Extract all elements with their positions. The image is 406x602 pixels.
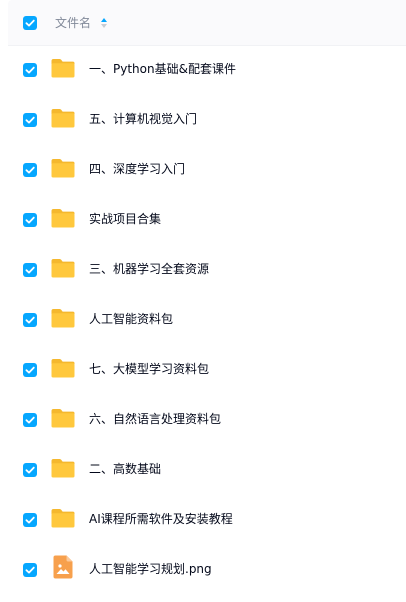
file-row[interactable]: 六、自然语言处理资料包 [8,395,406,445]
file-name[interactable]: 四、深度学习入门 [89,161,185,177]
folder-icon [50,307,76,329]
file-row[interactable]: 实战项目合集 [8,195,406,245]
checkmark-icon [25,19,35,27]
checkmark-icon [25,516,35,524]
file-row[interactable]: 四、深度学习入门 [8,145,406,195]
checkmark-icon [25,216,35,224]
checkmark-icon [25,466,35,474]
row-checkbox[interactable] [23,413,37,427]
folder-icon [50,457,76,479]
list-header: 文件名 [8,0,406,46]
image-file-icon [53,555,73,579]
folder-icon [50,107,76,129]
file-row[interactable]: 人工智能资料包 [8,295,406,345]
row-checkbox[interactable] [23,163,37,177]
checkmark-icon [25,316,35,324]
file-row[interactable]: 人工智能学习规划.png [8,545,406,595]
row-checkbox[interactable] [23,363,37,377]
checkmark-icon [25,116,35,124]
row-checkbox[interactable] [23,513,37,527]
file-name[interactable]: 一、Python基础&配套课件 [89,61,236,77]
file-name[interactable]: 五、计算机视觉入门 [89,111,197,127]
file-row[interactable]: 三、机器学习全套资源 [8,245,406,295]
folder-icon [50,57,76,79]
file-row[interactable]: 二、高数基础 [8,445,406,495]
row-checkbox[interactable] [23,563,37,577]
row-checkbox[interactable] [23,63,37,77]
row-checkbox[interactable] [23,313,37,327]
checkmark-icon [25,266,35,274]
column-header-name[interactable]: 文件名 [55,15,91,31]
checkmark-icon [25,566,35,574]
file-name[interactable]: 六、自然语言处理资料包 [89,411,221,427]
checkmark-icon [25,166,35,174]
file-name[interactable]: AI课程所需软件及安装教程 [89,511,233,527]
file-row[interactable]: 一、Python基础&配套课件 [8,45,406,95]
row-checkbox[interactable] [23,113,37,127]
checkmark-icon [25,366,35,374]
checkmark-icon [25,66,35,74]
folder-icon [50,257,76,279]
row-checkbox[interactable] [23,263,37,277]
checkmark-icon [25,416,35,424]
file-row[interactable]: AI课程所需软件及安装教程 [8,495,406,545]
file-name[interactable]: 二、高数基础 [89,461,161,477]
file-name[interactable]: 人工智能资料包 [89,311,173,327]
file-row[interactable]: 七、大模型学习资料包 [8,345,406,395]
row-checkbox[interactable] [23,213,37,227]
file-name[interactable]: 三、机器学习全套资源 [89,261,209,277]
folder-icon [50,357,76,379]
file-name[interactable]: 七、大模型学习资料包 [89,361,209,377]
file-list: 文件名 一、Python基础&配套课件 五、计算机视觉入门 四、深度学习入门 实战项目… [0,0,406,602]
file-row[interactable]: 五、计算机视觉入门 [8,95,406,145]
folder-icon [50,507,76,529]
file-name[interactable]: 人工智能学习规划.png [89,561,212,577]
folder-icon [50,157,76,179]
select-all-checkbox[interactable] [23,16,37,30]
folder-icon [50,407,76,429]
sort-ascending-icon[interactable] [99,15,109,31]
folder-icon [50,207,76,229]
row-checkbox[interactable] [23,463,37,477]
file-name[interactable]: 实战项目合集 [89,211,161,227]
